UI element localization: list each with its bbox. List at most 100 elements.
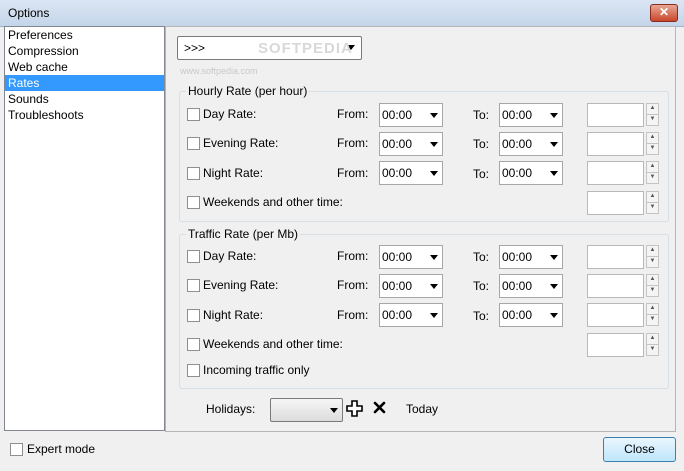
traffic-rate-legend: Traffic Rate (per Mb): [188, 227, 299, 241]
to-time-value: 00:00: [502, 166, 533, 180]
close-button[interactable]: Close: [603, 437, 676, 462]
from-time-combo[interactable]: 00:00: [379, 303, 443, 327]
day-rate-checkbox[interactable]: [187, 108, 200, 121]
day-rate-checkbox[interactable]: [187, 250, 200, 263]
weekends-checkbox[interactable]: [187, 196, 200, 209]
to-label: To:: [473, 137, 490, 151]
rate-input[interactable]: [587, 103, 644, 127]
day-rate-label: Day Rate:: [203, 249, 257, 263]
rate-input[interactable]: [587, 303, 644, 327]
chevron-down-icon: [550, 142, 558, 147]
remove-holiday-button[interactable]: [373, 399, 386, 417]
today-label[interactable]: Today: [406, 402, 438, 416]
to-time-combo[interactable]: 00:00: [499, 161, 563, 185]
from-time-value: 00:00: [382, 250, 413, 264]
to-time-value: 00:00: [502, 250, 533, 264]
to-time-value: 00:00: [502, 137, 533, 151]
spin-down-icon[interactable]: ▼: [646, 143, 659, 155]
weekends-label: Weekends and other time:: [203, 337, 343, 351]
watermark-url: www.softpedia.com: [180, 66, 258, 76]
day-rate-label: Day Rate:: [203, 107, 257, 121]
from-time-combo[interactable]: 00:00: [379, 274, 443, 298]
to-time-combo[interactable]: 00:00: [499, 274, 563, 298]
rate-spinner[interactable]: ▲ ▼: [646, 161, 659, 184]
chevron-down-icon: [550, 313, 558, 318]
sidebar-item-compression[interactable]: Compression: [5, 43, 164, 59]
category-list[interactable]: Preferences Compression Web cache Rates …: [4, 26, 165, 431]
rate-input[interactable]: [587, 333, 644, 357]
sidebar-item-sounds[interactable]: Sounds: [5, 91, 164, 107]
watermark: SOFTPEDIA: [258, 40, 353, 57]
to-time-combo[interactable]: 00:00: [499, 132, 563, 156]
to-label: To:: [473, 167, 490, 181]
chevron-down-icon: [550, 171, 558, 176]
spin-down-icon[interactable]: ▼: [646, 256, 659, 268]
from-label: From:: [337, 308, 369, 322]
from-label: From:: [337, 107, 369, 121]
to-time-value: 00:00: [502, 279, 533, 293]
to-time-combo[interactable]: 00:00: [499, 303, 563, 327]
rate-spinner[interactable]: ▲ ▼: [646, 103, 659, 126]
sidebar-item-preferences[interactable]: Preferences: [5, 27, 164, 43]
spin-down-icon[interactable]: ▼: [646, 285, 659, 297]
rate-spinner[interactable]: ▲ ▼: [646, 191, 659, 214]
plus-outline-icon: [346, 400, 363, 417]
spin-down-icon[interactable]: ▼: [646, 314, 659, 326]
from-time-value: 00:00: [382, 137, 413, 151]
chevron-down-icon: [550, 255, 558, 260]
from-time-combo[interactable]: 00:00: [379, 132, 443, 156]
expert-mode-label: Expert mode: [27, 442, 96, 456]
chevron-down-icon: [550, 113, 558, 118]
expert-mode-checkbox[interactable]: [10, 443, 23, 456]
night-rate-checkbox[interactable]: [187, 167, 200, 180]
from-time-combo[interactable]: 00:00: [379, 245, 443, 269]
chevron-down-icon: [430, 284, 438, 289]
sidebar-item-rates[interactable]: Rates: [5, 75, 164, 91]
night-rate-checkbox[interactable]: [187, 309, 200, 322]
chevron-down-icon: [550, 284, 558, 289]
from-label: From:: [337, 166, 369, 180]
rate-input[interactable]: [587, 132, 644, 156]
sidebar-item-troubleshoots[interactable]: Troubleshoots: [5, 107, 164, 123]
rate-spinner[interactable]: ▲ ▼: [646, 333, 659, 356]
spin-down-icon[interactable]: ▼: [646, 344, 659, 356]
night-rate-label: Night Rate:: [203, 308, 264, 322]
from-label: From:: [337, 249, 369, 263]
rate-input[interactable]: [587, 245, 644, 269]
weekends-checkbox[interactable]: [187, 338, 200, 351]
rate-spinner[interactable]: ▲ ▼: [646, 245, 659, 268]
evening-rate-checkbox[interactable]: [187, 137, 200, 150]
from-time-combo[interactable]: 00:00: [379, 103, 443, 127]
rate-input[interactable]: [587, 161, 644, 185]
from-time-value: 00:00: [382, 166, 413, 180]
incoming-traffic-checkbox[interactable]: [187, 364, 200, 377]
chevron-down-icon: [330, 408, 338, 413]
add-holiday-button[interactable]: [346, 400, 363, 420]
spin-down-icon[interactable]: ▼: [646, 114, 659, 126]
weekends-label: Weekends and other time:: [203, 195, 343, 209]
rate-input[interactable]: [587, 274, 644, 298]
x-icon: [373, 401, 386, 414]
rate-input[interactable]: [587, 191, 644, 215]
to-label: To:: [473, 108, 490, 122]
chevron-down-icon: [430, 171, 438, 176]
to-label: To:: [473, 309, 490, 323]
holidays-combo[interactable]: [270, 398, 343, 422]
from-time-combo[interactable]: 00:00: [379, 161, 443, 185]
chevron-down-icon: [430, 142, 438, 147]
rate-spinner[interactable]: ▲ ▼: [646, 132, 659, 155]
evening-rate-checkbox[interactable]: [187, 279, 200, 292]
spin-down-icon[interactable]: ▼: [646, 202, 659, 214]
window-close-button[interactable]: ✕: [650, 4, 678, 22]
spin-down-icon[interactable]: ▼: [646, 172, 659, 184]
from-label: From:: [337, 278, 369, 292]
rate-spinner[interactable]: ▲ ▼: [646, 274, 659, 297]
to-time-combo[interactable]: 00:00: [499, 245, 563, 269]
rate-spinner[interactable]: ▲ ▼: [646, 303, 659, 326]
sidebar-item-web-cache[interactable]: Web cache: [5, 59, 164, 75]
evening-rate-label: Evening Rate:: [203, 136, 279, 150]
holidays-label: Holidays:: [206, 402, 256, 416]
to-time-combo[interactable]: 00:00: [499, 103, 563, 127]
from-time-value: 00:00: [382, 108, 413, 122]
hourly-rate-legend: Hourly Rate (per hour): [188, 84, 308, 98]
